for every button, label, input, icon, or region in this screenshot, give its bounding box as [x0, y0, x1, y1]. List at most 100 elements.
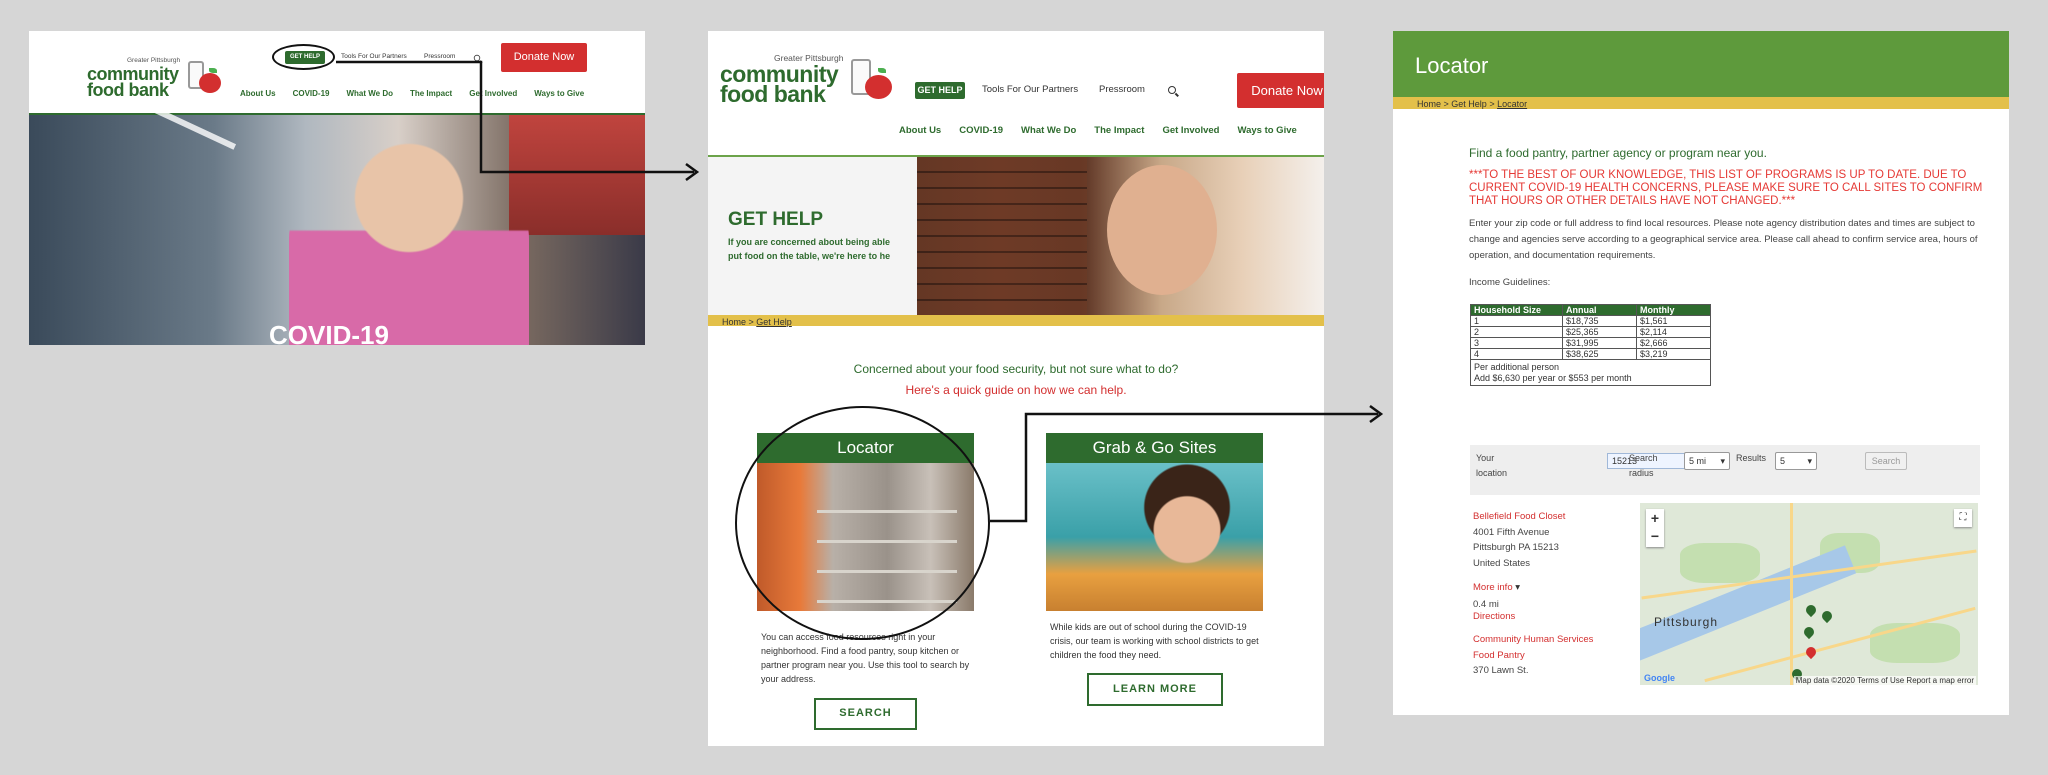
result-distance: 0.4 mi [1473, 599, 1499, 611]
result-name[interactable]: Bellefield Food Closet [1473, 509, 1638, 525]
result-address1: 370 Lawn St. [1473, 665, 1529, 677]
per-person-line2: Add $6,630 per year or $553 per month [1474, 372, 1632, 383]
breadcrumb: Home > Get Help [708, 315, 1324, 327]
covid-warning: ***TO THE BEST OF OUR KNOWLEDGE, THIS LI… [1469, 169, 1983, 208]
more-info-toggle[interactable]: More info ▾ [1473, 580, 1638, 596]
pressroom-link[interactable]: Pressroom [1099, 84, 1145, 95]
homepage-screenshot: Greater Pittsburgh community food bank G… [29, 31, 645, 345]
google-logo: Google [1644, 673, 1675, 683]
crumb-get-help[interactable]: Get Help [1451, 99, 1487, 109]
locator-search-button[interactable]: Search [1865, 452, 1907, 470]
caret-down-icon: ▾ [1515, 581, 1521, 593]
breadcrumb: Home > Get Help > Locator [1393, 97, 2009, 109]
logo-line2: food bank [720, 81, 826, 107]
location-label-1: Your [1476, 453, 1495, 463]
map-pin-icon[interactable] [1801, 624, 1817, 640]
cell: $2,114 [1636, 326, 1711, 338]
map-park [1680, 543, 1760, 583]
table-row: 1 $18,735 $1,561 [1470, 315, 1711, 327]
crumb-home[interactable]: Home [1417, 99, 1441, 109]
hero-wall [509, 115, 645, 235]
leaf-icon [209, 68, 217, 73]
food-bank-logo[interactable]: Greater Pittsburgh community food bank [720, 53, 892, 123]
fullscreen-icon[interactable]: ⛶ [1954, 509, 1972, 527]
cell: $2,666 [1636, 337, 1711, 349]
zoom-in-button[interactable]: + [1646, 509, 1664, 527]
result-country: United States [1473, 558, 1531, 570]
nav-covid[interactable]: COVID-19 [293, 89, 330, 98]
donate-button[interactable]: Donate Now [501, 43, 587, 72]
learn-more-button[interactable]: LEARN MORE [1087, 673, 1223, 706]
results-select[interactable]: 5 [1775, 452, 1817, 470]
map-pin-icon[interactable] [1803, 644, 1819, 660]
apple-icon [199, 73, 221, 93]
result-name[interactable]: Community Human Services [1473, 632, 1638, 648]
arrowhead-1 [685, 162, 700, 182]
main-nav: About Us COVID-19 What We Do The Impact … [240, 89, 584, 98]
food-bank-logo[interactable]: Greater Pittsburgh community food bank [87, 57, 227, 107]
tools-link[interactable]: Tools For Our Partners [982, 84, 1078, 95]
nav-about[interactable]: About Us [899, 125, 941, 136]
col-monthly: Monthly [1636, 304, 1711, 316]
tools-link[interactable]: Tools For Our Partners [341, 53, 407, 60]
nav-about[interactable]: About Us [240, 89, 276, 98]
leaf-icon [878, 68, 886, 73]
income-guidelines-label: Income Guidelines: [1469, 277, 1551, 288]
radius-select[interactable]: 5 mi [1684, 452, 1730, 470]
child-eating-image [1046, 463, 1263, 611]
get-help-button[interactable]: GET HELP [915, 82, 965, 99]
map-pin-icon[interactable] [1803, 602, 1819, 618]
search-icon[interactable] [473, 54, 481, 62]
zoom-controls[interactable]: + − [1646, 509, 1664, 547]
nav-impact[interactable]: The Impact [410, 89, 452, 98]
results-map[interactable]: Pittsburgh + − ⛶ Google Map data ©2020 Te… [1640, 503, 1978, 685]
map-park [1870, 623, 1960, 663]
pressroom-link[interactable]: Pressroom [424, 53, 455, 60]
income-table: Household Size Annual Monthly 1 $18,735 $1… [1470, 304, 1711, 386]
radius-label-1: Search [1629, 453, 1658, 463]
nav-ways-to-give[interactable]: Ways to Give [534, 89, 584, 98]
table-row: Per additional person Add $6,630 per year… [1470, 359, 1711, 386]
hero-photo [917, 157, 1324, 315]
crumb-locator[interactable]: Locator [1497, 99, 1527, 109]
nav-get-involved[interactable]: Get Involved [469, 89, 517, 98]
map-attribution[interactable]: Map data ©2020 Terms of Use Report a map… [1793, 676, 1976, 685]
grab-go-card-title: Grab & Go Sites [1046, 433, 1263, 463]
zoom-out-button[interactable]: − [1646, 527, 1664, 545]
nav-get-involved[interactable]: Get Involved [1162, 125, 1219, 136]
table-row: 3 $31,995 $2,666 [1470, 337, 1711, 349]
search-button[interactable]: SEARCH [814, 698, 917, 730]
result-name-2[interactable]: Food Pantry [1473, 648, 1638, 664]
nav-impact[interactable]: The Impact [1094, 125, 1144, 136]
cell: $3,219 [1636, 348, 1711, 360]
more-info-label: More info [1473, 581, 1513, 593]
nav-what-we-do[interactable]: What We Do [1021, 125, 1076, 136]
map-pin-icon[interactable] [1819, 608, 1835, 624]
arrowhead-2 [1369, 404, 1384, 424]
per-person-line1: Per additional person [1474, 361, 1560, 372]
nav-covid[interactable]: COVID-19 [959, 125, 1003, 136]
nav-ways-to-give[interactable]: Ways to Give [1237, 125, 1296, 136]
donate-button[interactable]: Donate Now [1237, 73, 1324, 108]
cell: 1 [1470, 315, 1563, 327]
radius-label: Search radius [1629, 451, 1658, 482]
nav-what-we-do[interactable]: What We Do [346, 89, 393, 98]
locator-heading: Find a food pantry, partner agency or pr… [1469, 146, 1767, 160]
page-title: Locator [1415, 53, 1489, 78]
intro-text: Enter your zip code or full address to f… [1469, 218, 1978, 262]
page-title: GET HELP [728, 209, 824, 230]
table-row: 4 $38,625 $3,219 [1470, 348, 1711, 360]
table-header-row: Household Size Annual Monthly [1470, 304, 1711, 316]
grab-and-go-card[interactable]: Grab & Go Sites While kids are out of sc… [1046, 433, 1263, 663]
question-text: Concerned about your food security, but … [853, 362, 1179, 376]
crumb-get-help[interactable]: Get Help [756, 317, 792, 327]
hero-face [1107, 165, 1217, 295]
main-nav: About Us COVID-19 What We Do The Impact … [899, 125, 1297, 136]
crumb-home[interactable]: Home [722, 317, 746, 327]
hero-image: COVID-19 [29, 106, 645, 345]
cell: 2 [1470, 326, 1563, 338]
directions-link[interactable]: Directions [1473, 611, 1638, 622]
search-icon[interactable] [1168, 86, 1176, 94]
